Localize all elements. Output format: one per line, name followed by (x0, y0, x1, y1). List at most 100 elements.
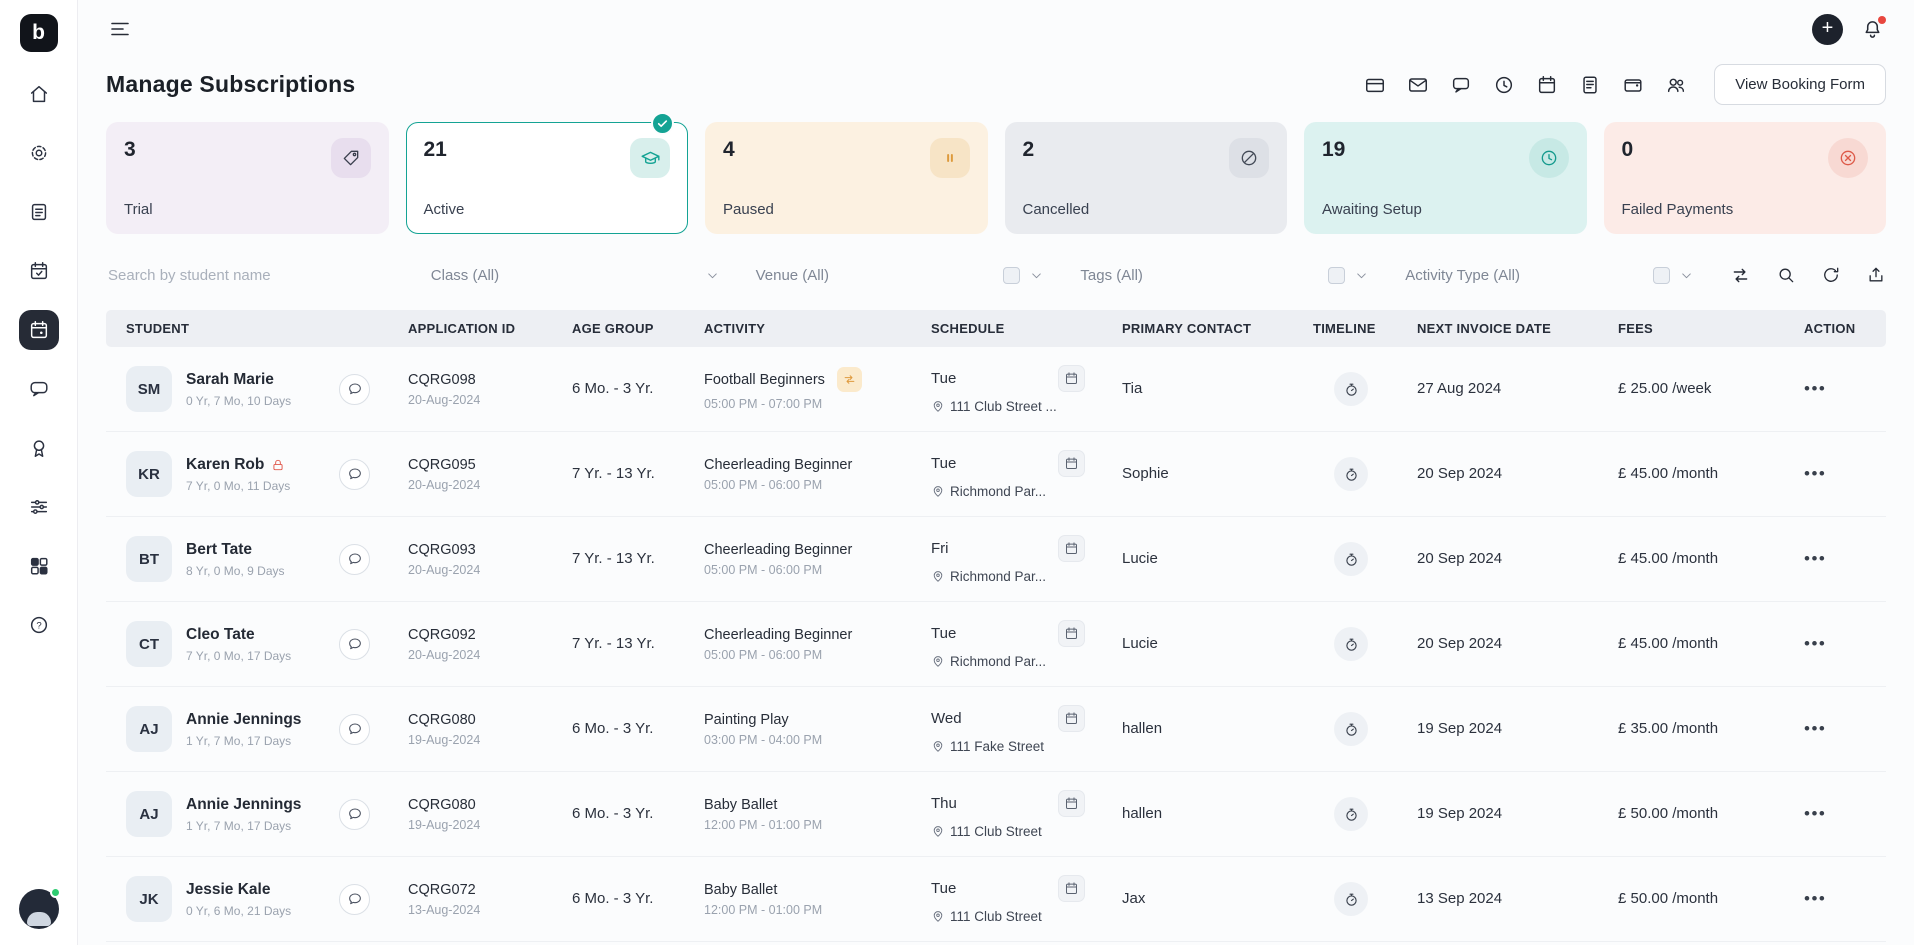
next-invoice-date: 19 Sep 2024 (1417, 720, 1502, 737)
sidebar-item-home[interactable] (19, 74, 59, 114)
activity-type-checkbox[interactable] (1653, 267, 1670, 284)
sidebar-item-programs[interactable] (19, 192, 59, 232)
chat-bubble-icon (347, 551, 363, 567)
tags-filter[interactable]: Tags (All) (1080, 267, 1405, 284)
stopwatch-icon (1343, 806, 1360, 823)
message-student-button[interactable] (339, 374, 370, 405)
message-student-button[interactable] (339, 799, 370, 830)
table-row: BT Bert Tate 8 Yr, 0 Mo, 9 Days CQRG093 … (106, 517, 1886, 602)
message-student-button[interactable] (339, 459, 370, 490)
export-button[interactable] (1866, 265, 1886, 285)
notes-button[interactable] (1579, 74, 1601, 96)
schedule-calendar-button[interactable] (1058, 705, 1085, 732)
activity-name: Cheerleading Beginner (704, 457, 852, 473)
column-header-timeline: TIMELINE (1311, 321, 1391, 336)
no-entry-icon (1229, 138, 1269, 178)
tags-checkbox[interactable] (1328, 267, 1345, 284)
app-logo[interactable]: b (20, 14, 58, 52)
calendar-icon (1064, 371, 1079, 386)
payments-icon (1622, 74, 1644, 96)
row-actions-button[interactable]: ••• (1804, 719, 1826, 739)
history-button[interactable] (1493, 74, 1515, 96)
next-invoice-date: 20 Sep 2024 (1417, 635, 1502, 652)
stat-label: Awaiting Setup (1322, 201, 1569, 218)
timeline-button[interactable] (1334, 372, 1368, 406)
menu-toggle-button[interactable] (108, 17, 132, 41)
add-button[interactable]: + (1812, 14, 1843, 45)
mail-button[interactable] (1407, 74, 1429, 96)
sidebar-nav: ? (19, 74, 59, 645)
stat-card-trial[interactable]: 3 Trial (106, 122, 389, 234)
application-id: CQRG072 (408, 882, 556, 898)
message-student-button[interactable] (339, 629, 370, 660)
stopwatch-icon (1343, 891, 1360, 908)
age-group: 6 Mo. - 3 Yr. (572, 805, 653, 822)
schedule-calendar-button[interactable] (1058, 450, 1085, 477)
stat-card-active[interactable]: 21 Active (406, 122, 689, 234)
schedule-calendar-button[interactable] (1058, 620, 1085, 647)
sidebar-item-subscriptions[interactable] (19, 310, 59, 350)
timeline-button[interactable] (1334, 712, 1368, 746)
schedule-calendar-button[interactable] (1058, 790, 1085, 817)
sidebar-item-certificates[interactable] (19, 428, 59, 468)
sidebar-item-settings[interactable] (19, 133, 59, 173)
award-icon (28, 437, 50, 459)
timeline-button[interactable] (1334, 882, 1368, 916)
activity-time: 05:00 PM - 06:00 PM (704, 648, 916, 662)
activity-type-filter[interactable]: Activity Type (All) (1405, 267, 1730, 284)
timeline-button[interactable] (1334, 797, 1368, 831)
tags-filter-label: Tags (All) (1080, 267, 1143, 284)
schedule-day: Tue (931, 370, 956, 387)
venue-filter[interactable]: Venue (All) (756, 267, 1081, 284)
chat-bubble-icon (347, 381, 363, 397)
sidebar-item-messages[interactable] (19, 369, 59, 409)
chevron-down-icon (1679, 268, 1694, 283)
primary-contact: hallen (1122, 805, 1162, 822)
schedule-calendar-button[interactable] (1058, 875, 1085, 902)
class-filter[interactable]: Class (All) (431, 267, 756, 284)
payments-button[interactable] (1622, 74, 1644, 96)
billing-button[interactable] (1364, 74, 1386, 96)
row-actions-button[interactable]: ••• (1804, 379, 1826, 399)
message-student-button[interactable] (339, 544, 370, 575)
refresh-button[interactable] (1821, 265, 1841, 285)
message-student-button[interactable] (339, 884, 370, 915)
sidebar-item-help[interactable]: ? (19, 605, 59, 645)
search-button[interactable] (1776, 265, 1796, 285)
transfer-button[interactable] (1730, 265, 1751, 286)
timeline-button[interactable] (1334, 627, 1368, 661)
row-actions-button[interactable]: ••• (1804, 804, 1826, 824)
stat-card-failed-payments[interactable]: 0 Failed Payments (1604, 122, 1887, 234)
sidebar-item-dashboard[interactable] (19, 546, 59, 586)
search-input[interactable] (106, 266, 395, 285)
contacts-button[interactable] (1665, 74, 1687, 96)
timeline-button[interactable] (1334, 457, 1368, 491)
student-avatar: AJ (126, 791, 172, 837)
user-avatar[interactable] (19, 889, 59, 929)
view-booking-form-button[interactable]: View Booking Form (1714, 64, 1886, 105)
schedule-day: Tue (931, 455, 956, 472)
schedule-calendar-button[interactable] (1058, 365, 1085, 392)
message-student-button[interactable] (339, 714, 370, 745)
svg-text:?: ? (36, 621, 41, 632)
schedule-day: Wed (931, 710, 962, 727)
stat-card-cancelled[interactable]: 2 Cancelled (1005, 122, 1288, 234)
timeline-button[interactable] (1334, 542, 1368, 576)
next-invoice-date: 13 Sep 2024 (1417, 890, 1502, 907)
row-actions-button[interactable]: ••• (1804, 634, 1826, 654)
sidebar: b ? (0, 0, 78, 945)
venue: 111 Club Street ... (950, 399, 1057, 414)
schedule-calendar-button[interactable] (1058, 535, 1085, 562)
location-pin-icon (931, 484, 945, 498)
row-actions-button[interactable]: ••• (1804, 464, 1826, 484)
sidebar-item-attendance[interactable] (19, 251, 59, 291)
calendar-button[interactable] (1536, 74, 1558, 96)
stat-card-paused[interactable]: 4 Paused (705, 122, 988, 234)
sidebar-item-filters[interactable] (19, 487, 59, 527)
message-button[interactable] (1450, 74, 1472, 96)
chevron-down-icon (1029, 268, 1044, 283)
stat-card-awaiting-setup[interactable]: 19 Awaiting Setup (1304, 122, 1587, 234)
row-actions-button[interactable]: ••• (1804, 889, 1826, 909)
row-actions-button[interactable]: ••• (1804, 549, 1826, 569)
venue-checkbox[interactable] (1003, 267, 1020, 284)
